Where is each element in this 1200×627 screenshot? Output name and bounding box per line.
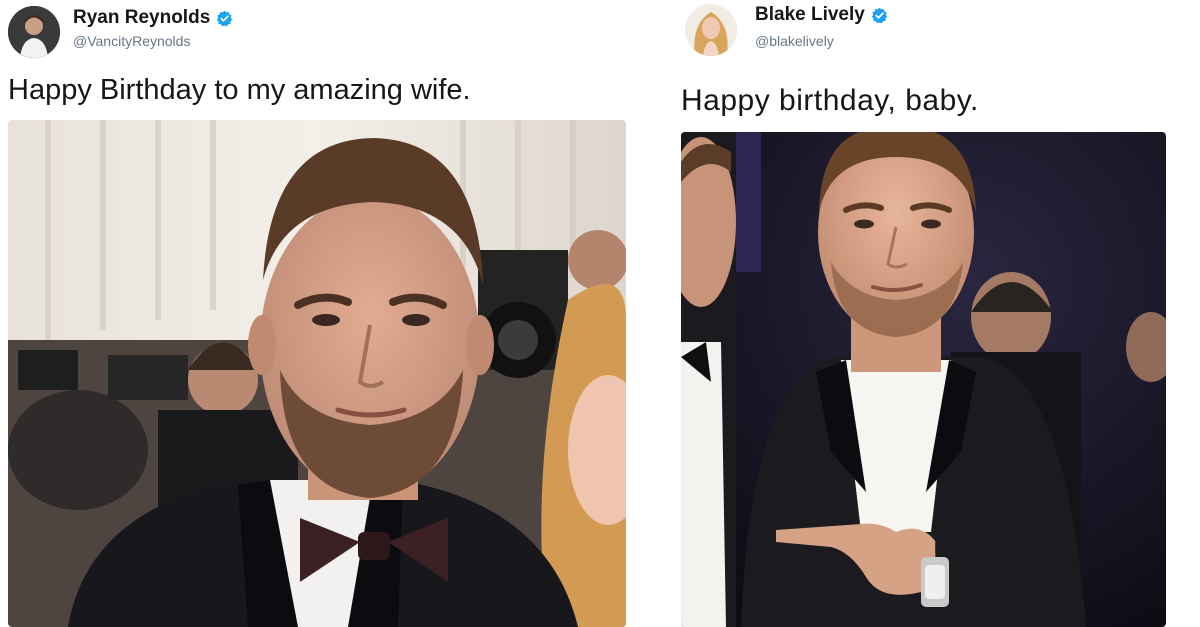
author-handle[interactable]: @blakelively: [755, 33, 834, 49]
author-display-name[interactable]: Blake Lively: [755, 4, 865, 26]
verified-badge-icon: [216, 10, 233, 27]
tweet-card-ryan: Ryan Reynolds @VancityReynolds Happy Bir…: [0, 0, 650, 627]
avatar[interactable]: [8, 6, 60, 58]
author-name-row[interactable]: Blake Lively: [755, 4, 888, 26]
tweet-text: Happy birthday, baby.: [681, 84, 979, 117]
tweet-card-blake: Blake Lively @blakelively Happy birthday…: [665, 0, 1200, 627]
author-display-name[interactable]: Ryan Reynolds: [73, 7, 210, 29]
tweet-photo[interactable]: [681, 132, 1166, 627]
author-handle[interactable]: @VancityReynolds: [73, 33, 190, 49]
verified-badge-icon: [871, 7, 888, 24]
tweet-photo[interactable]: [8, 120, 626, 627]
avatar[interactable]: [685, 4, 737, 56]
author-name-row[interactable]: Ryan Reynolds: [73, 7, 233, 29]
tweet-text: Happy Birthday to my amazing wife.: [8, 74, 471, 106]
